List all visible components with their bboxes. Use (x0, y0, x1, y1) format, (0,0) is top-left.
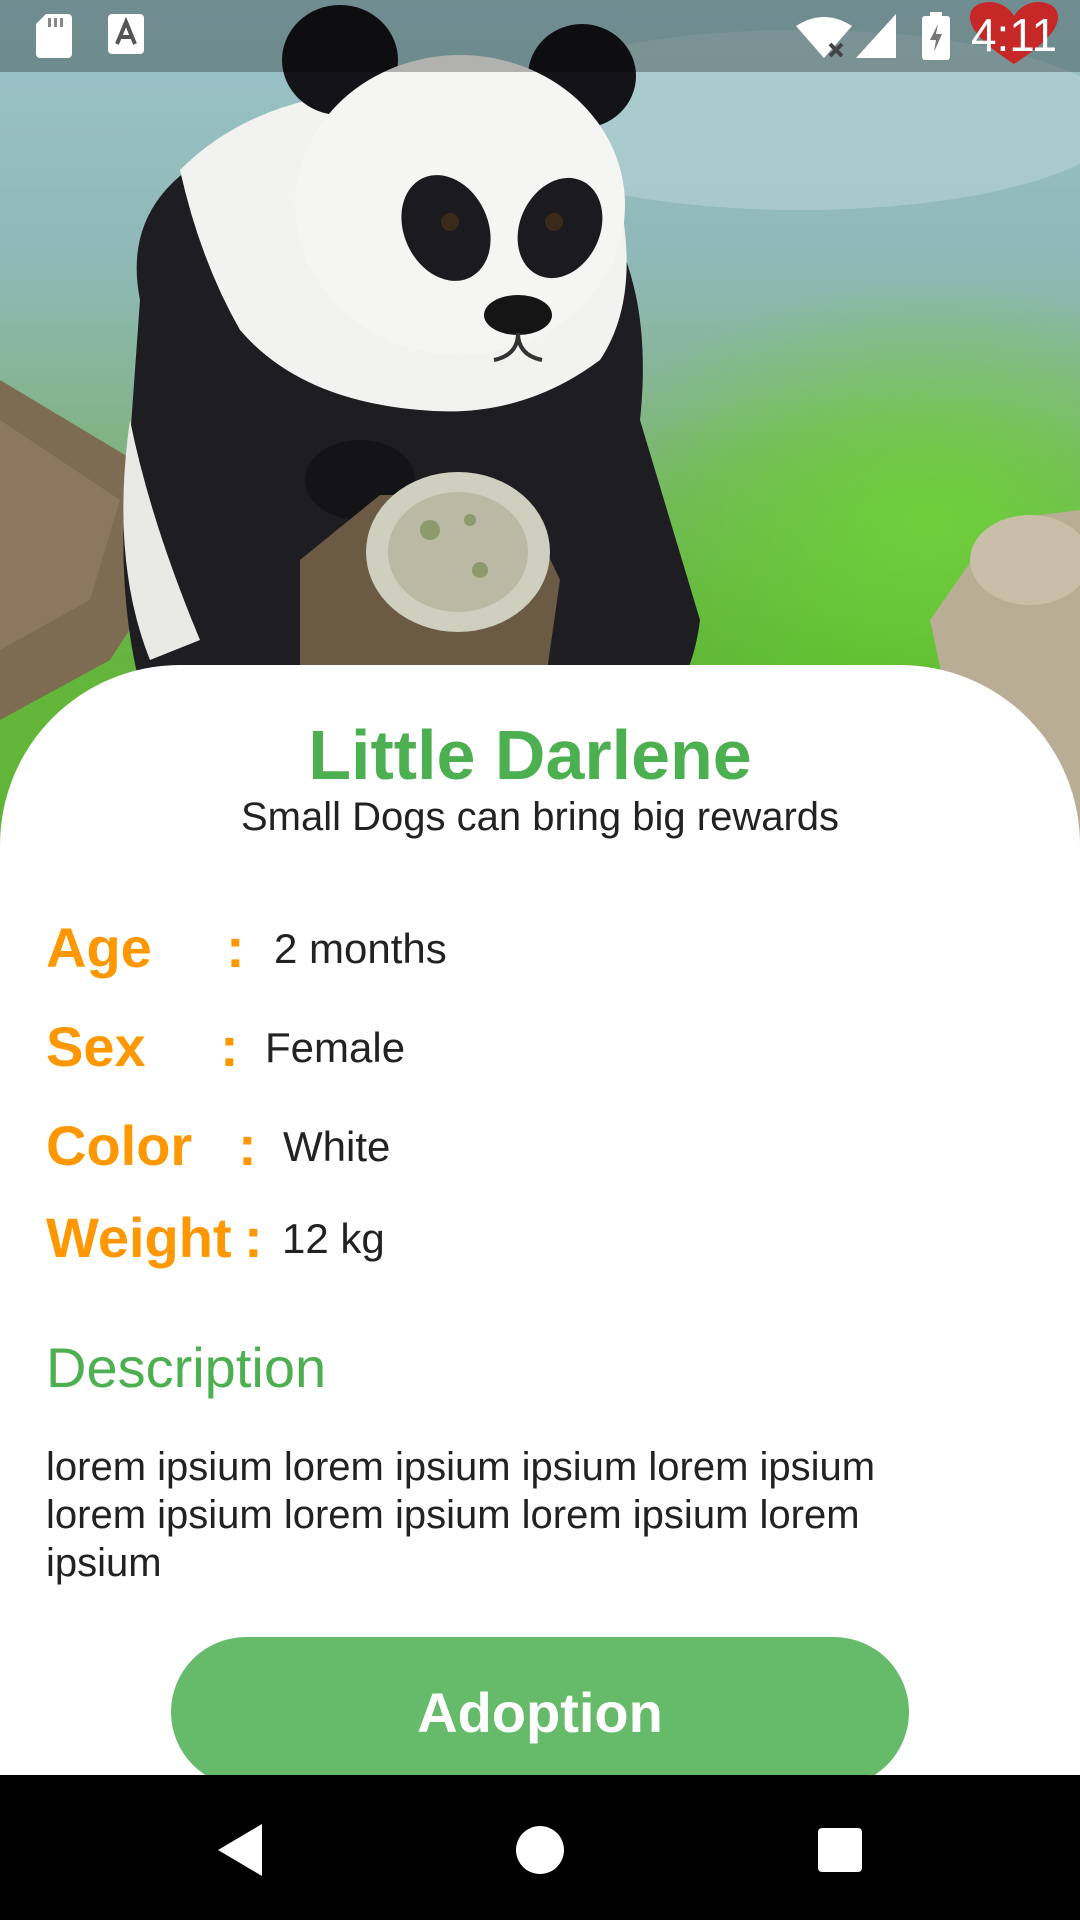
attribute-value: 12 kg (282, 1215, 385, 1262)
description-heading: Description (46, 1336, 327, 1399)
clock-with-heart: 4:11 (970, 2, 1058, 66)
battery-charging-icon (922, 12, 950, 60)
attribute-colon: : (226, 916, 245, 979)
sd-card-icon (36, 14, 72, 58)
attribute-label: Sex (46, 1015, 146, 1078)
description-text: lorem ipsium lorem ipsium ipsium lorem i… (46, 1445, 876, 1585)
attribute-colon: : (244, 1206, 263, 1269)
status-time: 4:11 (970, 9, 1058, 61)
back-icon[interactable] (200, 1810, 280, 1890)
attribute-label: Weight (46, 1206, 232, 1269)
text-a-icon (108, 14, 144, 54)
navigation-bar (0, 1775, 1080, 1920)
attribute-label: Color (46, 1114, 193, 1177)
pet-tagline: Small Dogs can bring big rewards (240, 795, 840, 839)
home-icon[interactable] (500, 1810, 580, 1890)
recents-icon[interactable] (800, 1810, 880, 1890)
attribute-colon: : (238, 1114, 257, 1177)
adoption-button[interactable]: Adoption (171, 1637, 909, 1787)
attribute-colon: : (220, 1015, 239, 1078)
signal-icon (856, 14, 896, 58)
pet-name: Little Darlene (308, 716, 752, 794)
wifi-off-icon (796, 17, 852, 58)
attribute-value: 2 months (274, 925, 447, 972)
attribute-label: Age (46, 916, 152, 979)
attribute-value: Female (265, 1024, 406, 1071)
status-bar: 4:11 (0, 0, 1080, 72)
attribute-value: White (283, 1123, 391, 1170)
pet-details-card: Little Darlene Small Dogs can bring big … (0, 665, 1080, 1787)
